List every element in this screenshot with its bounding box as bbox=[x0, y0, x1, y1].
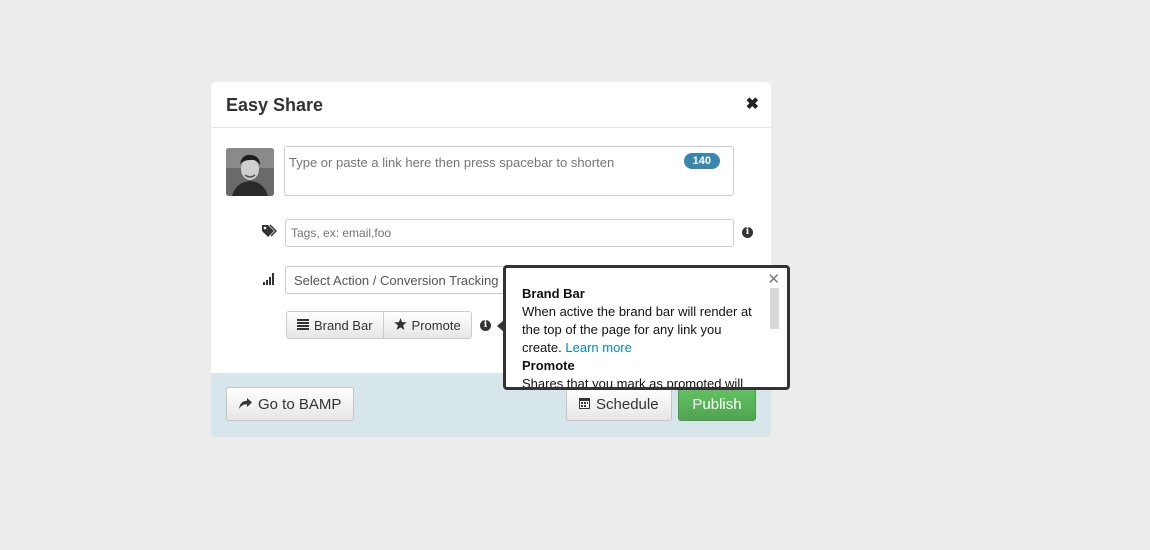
publish-button[interactable]: Publish bbox=[678, 387, 756, 421]
publish-label: Publish bbox=[692, 395, 742, 413]
tags-input[interactable] bbox=[285, 219, 734, 247]
char-count-badge: 140 bbox=[683, 153, 720, 169]
popover-scrollbar[interactable] bbox=[770, 288, 779, 329]
brand-bar-text: When active the brand bar will render at… bbox=[522, 304, 752, 355]
brand-bar-label: Brand Bar bbox=[314, 317, 373, 333]
modal-title: Easy Share bbox=[226, 95, 324, 115]
schedule-label: Schedule bbox=[596, 395, 659, 413]
list-icon bbox=[297, 318, 309, 333]
schedule-button[interactable]: Schedule bbox=[566, 387, 672, 421]
learn-more-link[interactable]: Learn more bbox=[565, 340, 631, 355]
tags-info-icon[interactable]: i bbox=[742, 227, 753, 238]
promote-button[interactable]: Promote bbox=[382, 312, 471, 338]
go-to-bamp-button[interactable]: Go to BAMP bbox=[226, 387, 355, 421]
promote-description: Shares that you mark as promoted will bbox=[522, 376, 744, 390]
toggles-info-icon[interactable]: i bbox=[480, 320, 491, 331]
brand-bar-button[interactable]: Brand Bar bbox=[287, 312, 383, 338]
share-icon bbox=[239, 396, 252, 413]
promote-heading: Promote bbox=[522, 358, 575, 373]
modal-header: Easy Share ✖ bbox=[211, 82, 771, 128]
go-to-bamp-label: Go to BAMP bbox=[258, 395, 342, 413]
avatar bbox=[226, 148, 274, 196]
brand-bar-heading: Brand Bar bbox=[522, 286, 585, 301]
feature-toggle-group: Brand Bar Promote bbox=[286, 311, 472, 339]
promote-label: Promote bbox=[411, 317, 461, 333]
popover-content: Brand Bar When active the brand bar will… bbox=[522, 285, 762, 390]
close-button[interactable]: ✖ bbox=[746, 97, 759, 113]
star-icon bbox=[393, 317, 407, 333]
info-popover: ✕ Brand Bar When active the brand bar wi… bbox=[503, 265, 790, 390]
calendar-icon bbox=[579, 396, 590, 413]
brand-bar-description: When active the brand bar will render at… bbox=[522, 303, 762, 357]
tags-icon bbox=[261, 224, 278, 243]
link-input[interactable] bbox=[289, 155, 679, 170]
compose-box[interactable]: 140 bbox=[284, 146, 734, 196]
signal-icon bbox=[263, 272, 276, 290]
popover-close-icon[interactable]: ✕ bbox=[767, 272, 780, 287]
